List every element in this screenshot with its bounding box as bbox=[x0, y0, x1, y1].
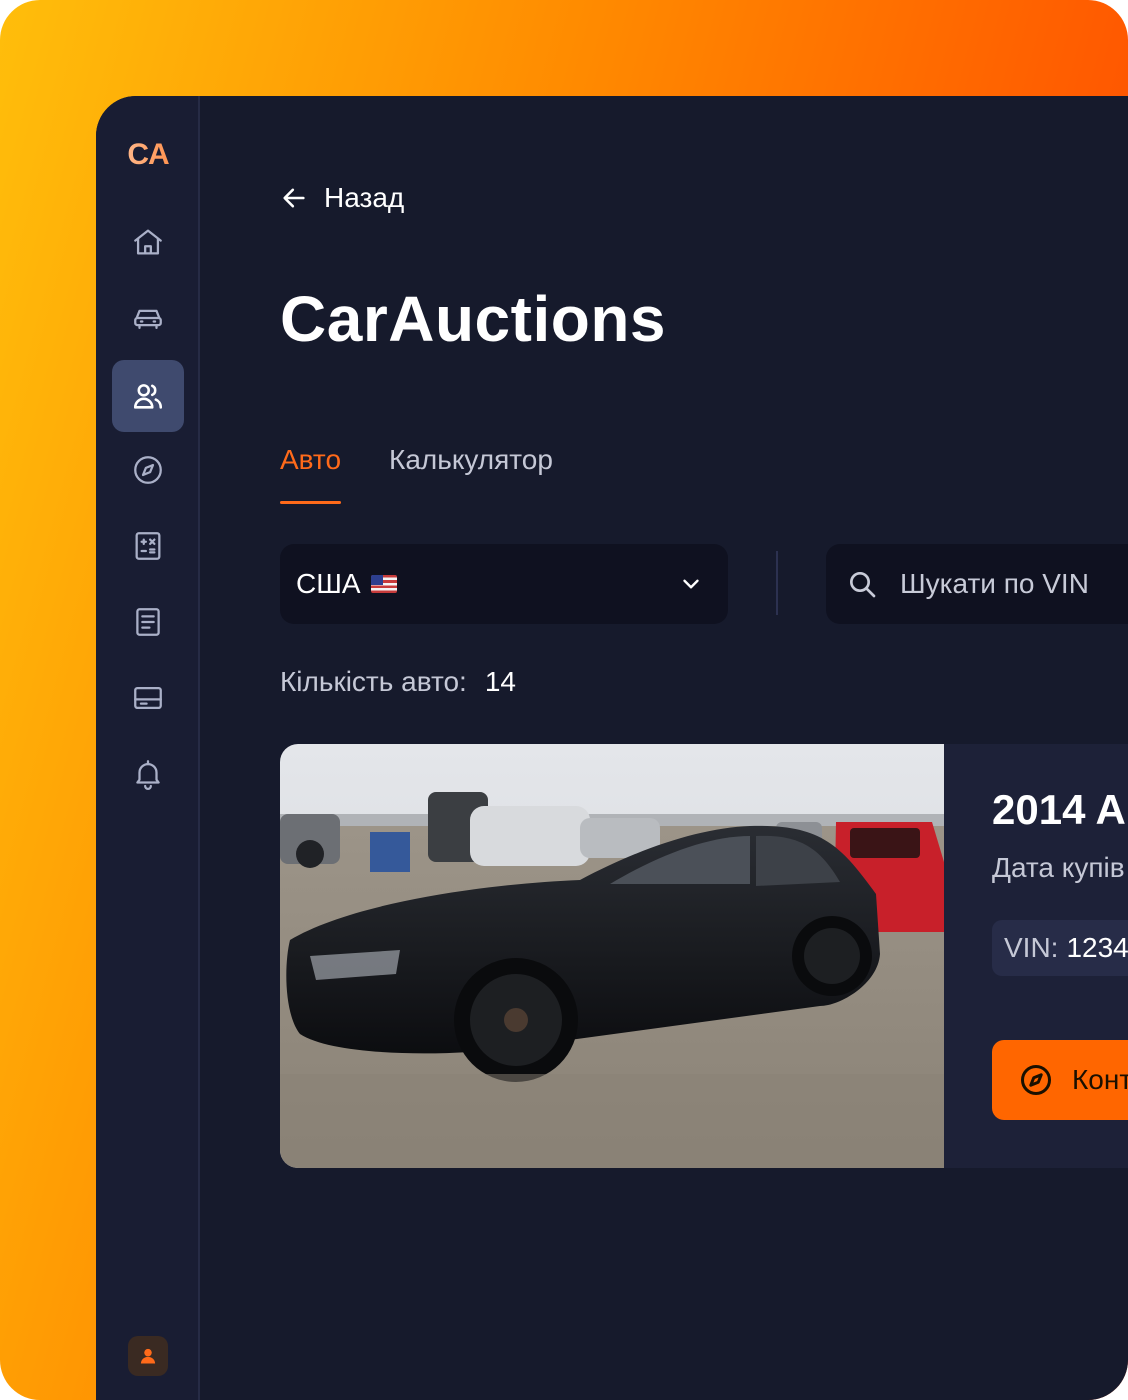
us-flag-icon bbox=[370, 575, 397, 593]
filter-divider bbox=[776, 551, 778, 615]
sidebar-item-notifications[interactable] bbox=[112, 738, 184, 810]
vin-label: VIN: bbox=[1004, 932, 1059, 963]
arrow-left-icon bbox=[283, 188, 305, 208]
card-icon bbox=[134, 686, 162, 710]
bell-icon bbox=[136, 760, 160, 790]
country-name: США bbox=[296, 568, 361, 599]
compass-icon bbox=[1021, 1065, 1051, 1095]
car-title: 2014 A bbox=[992, 786, 1126, 833]
back-button[interactable]: Назад bbox=[280, 182, 404, 214]
vin-search-input[interactable] bbox=[900, 568, 1128, 600]
chevron-down-icon bbox=[683, 579, 699, 589]
back-label: Назад bbox=[324, 182, 405, 213]
sidebar-item-payments[interactable] bbox=[112, 662, 184, 734]
gradient-frame: CA Назад CarAuctions Авто Калькулятор СШ… bbox=[0, 0, 1128, 1400]
car-card[interactable]: 2014 A Дата купів VIN: 1234 Конт bbox=[280, 744, 1128, 1168]
sidebar: CA bbox=[96, 96, 200, 1400]
sidebar-item-users[interactable] bbox=[112, 360, 184, 432]
vin-search[interactable] bbox=[826, 544, 1128, 624]
calculator-icon bbox=[135, 532, 161, 560]
sidebar-item-cars[interactable] bbox=[112, 282, 184, 354]
contact-button-label: Конт bbox=[1072, 1064, 1128, 1095]
user-icon bbox=[140, 1348, 156, 1364]
main-content: Назад CarAuctions Авто Калькулятор США Ш… bbox=[280, 96, 1128, 1400]
tab-bar: Авто Калькулятор bbox=[280, 442, 553, 504]
users-icon bbox=[133, 384, 163, 409]
app-logo[interactable]: CA bbox=[96, 138, 200, 172]
car-count-value: 14 bbox=[484, 666, 516, 697]
tab-calculator[interactable]: Калькулятор bbox=[389, 442, 553, 504]
document-icon bbox=[136, 608, 160, 636]
car-icon bbox=[134, 309, 162, 330]
car-photo[interactable] bbox=[280, 744, 944, 1168]
profile-avatar[interactable] bbox=[128, 1336, 168, 1376]
sidebar-item-home[interactable] bbox=[112, 206, 184, 278]
tab-cars[interactable]: Авто bbox=[280, 442, 342, 504]
car-info: 2014 A Дата купів VIN: 1234 Конт bbox=[992, 744, 1128, 1168]
sidebar-item-documents[interactable] bbox=[112, 586, 184, 658]
app-window: CA Назад CarAuctions Авто Калькулятор СШ… bbox=[96, 96, 1128, 1400]
car-count-label: Кількість авто: bbox=[280, 666, 467, 697]
vin-value: 1234 bbox=[1066, 932, 1128, 963]
home-icon bbox=[134, 229, 162, 255]
page-title: CarAuctions bbox=[280, 283, 666, 355]
buy-date-label: Дата купів bbox=[992, 852, 1125, 883]
country-select-value: США bbox=[296, 568, 678, 600]
country-select[interactable]: США bbox=[280, 544, 728, 624]
vin-badge: VIN: 1234 bbox=[992, 920, 1128, 976]
compass-icon bbox=[134, 456, 162, 484]
car-count: Кількість авто: 14 bbox=[280, 666, 516, 698]
sidebar-item-explore[interactable] bbox=[112, 434, 184, 506]
contact-button[interactable]: Конт bbox=[992, 1040, 1128, 1120]
sidebar-item-calculator[interactable] bbox=[112, 510, 184, 582]
search-icon bbox=[850, 572, 876, 598]
